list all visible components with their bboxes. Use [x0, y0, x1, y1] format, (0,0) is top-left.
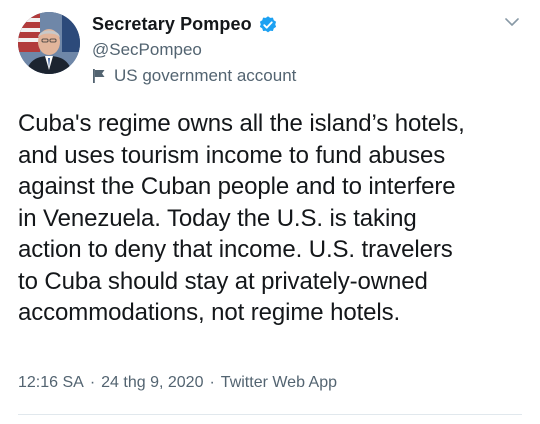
tweet-source[interactable]: Twitter Web App: [221, 374, 337, 392]
separator: ·: [209, 374, 215, 391]
tweet-card: Secretary Pompeo @SecPompeo US governmen…: [0, 0, 540, 424]
user-handle[interactable]: @SecPompeo: [92, 40, 202, 60]
flag-icon: [92, 68, 106, 84]
display-name[interactable]: Secretary Pompeo: [92, 14, 252, 35]
avatar-image: [18, 12, 80, 74]
divider: [18, 414, 522, 415]
verified-badge-icon: [258, 15, 278, 35]
tweet-date[interactable]: 24 thg 9, 2020: [101, 374, 203, 392]
chevron-down-icon[interactable]: [502, 12, 522, 32]
tweet-time[interactable]: 12:16 SA: [18, 374, 84, 392]
separator: ·: [89, 374, 96, 391]
account-type-text: US government account: [114, 66, 297, 85]
tweet-metadata: 12:16 SA · 24 thg 9, 2020 · Twitter Web …: [18, 374, 337, 392]
avatar[interactable]: [18, 12, 80, 74]
government-account-label[interactable]: US government account: [92, 66, 296, 86]
tweet-text: Cuba's regime owns all the island’s hote…: [18, 110, 465, 326]
author-name-row: Secretary Pompeo: [92, 14, 278, 35]
